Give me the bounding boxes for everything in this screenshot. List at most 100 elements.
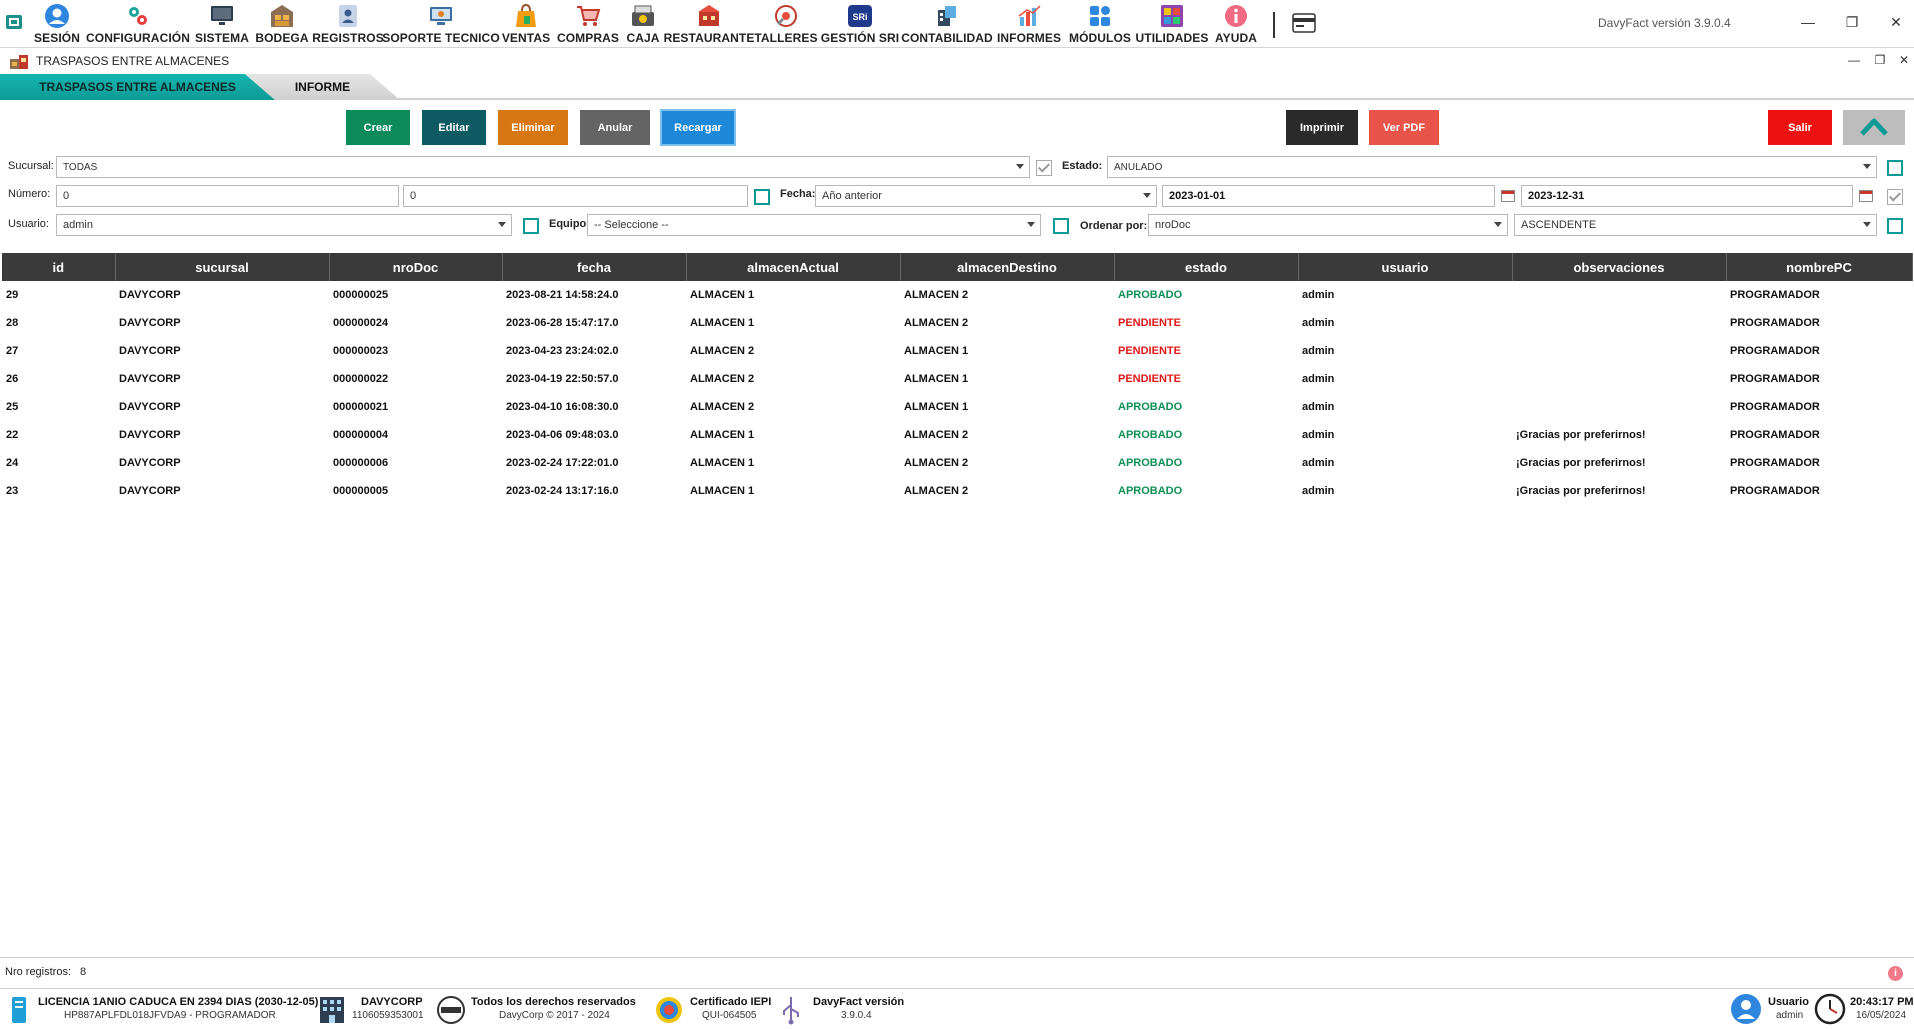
numero-desde-input[interactable]: 0: [56, 185, 399, 207]
crear-button[interactable]: Crear: [346, 110, 410, 145]
ordenar-select[interactable]: nroDoc: [1148, 214, 1508, 236]
child-restore-icon[interactable]: ❐: [1872, 53, 1888, 67]
app-logo-icon[interactable]: [4, 12, 24, 32]
menu-gestion-sri[interactable]: SRi GESTIÓN SRI: [820, 0, 900, 46]
cell-fecha: 2023-08-21 14:58:24.0: [506, 289, 619, 301]
fecha-desde-input[interactable]: 2023-01-01: [1162, 185, 1495, 207]
ordenar-checkbox[interactable]: [1887, 218, 1903, 234]
cell-nrodoc: 000000023: [333, 345, 389, 357]
close-icon[interactable]: ✕: [1886, 12, 1906, 32]
menu-ayuda[interactable]: AYUDA: [1214, 0, 1258, 46]
menu-soporte-tecnico[interactable]: SOPORTE TECNICO: [382, 0, 500, 46]
orden-direccion-select[interactable]: ASCENDENTE: [1514, 214, 1877, 236]
scroll-up-button[interactable]: [1843, 110, 1905, 145]
iepi-certificate-icon: [656, 997, 682, 1023]
sucursal-checkbox[interactable]: [1036, 160, 1052, 176]
estado-checkbox[interactable]: [1887, 160, 1903, 176]
menu-label: INFORMES: [996, 31, 1062, 45]
ver-pdf-button[interactable]: Ver PDF: [1369, 110, 1439, 145]
sucursal-select[interactable]: TODAS: [56, 156, 1030, 178]
cell-almacendestino: ALMACEN 1: [904, 401, 969, 413]
user-avatar-icon: [1731, 994, 1761, 1024]
cell-almacenactual: ALMACEN 1: [690, 289, 755, 301]
estado-select[interactable]: ANULADO: [1107, 156, 1877, 178]
column-header-nombrepc[interactable]: nombrePC: [1726, 253, 1913, 281]
menu-talleres[interactable]: TALLERES: [754, 0, 818, 46]
menu-caja[interactable]: CAJA: [626, 0, 660, 46]
child-close-icon[interactable]: ✕: [1896, 53, 1912, 67]
editar-button[interactable]: Editar: [422, 110, 486, 145]
chevron-down-icon: [1863, 164, 1871, 169]
menu-label: GESTIÓN SRI: [820, 31, 900, 45]
restore-icon[interactable]: ❐: [1842, 12, 1862, 32]
notification-info-icon[interactable]: i: [1888, 966, 1903, 981]
menu-restaurante[interactable]: RESTAURANTE: [664, 0, 754, 46]
column-header-estado[interactable]: estado: [1114, 253, 1299, 281]
recargar-button[interactable]: Recargar: [660, 109, 736, 146]
info-icon: [1225, 5, 1247, 27]
fecha-hasta-input[interactable]: 2023-12-31: [1521, 185, 1853, 207]
cash-register-icon: [632, 5, 654, 26]
numero-checkbox[interactable]: [754, 189, 770, 205]
table-row[interactable]: 29 DAVYCORP 000000025 2023-08-21 14:58:24.0…: [2, 281, 1912, 309]
menu-configuracion[interactable]: CONFIGURACIÓN: [86, 0, 190, 46]
licencia-serial: HP887APLFDL018JFVDA9 - PROGRAMADOR: [64, 1010, 276, 1021]
menu-contabilidad[interactable]: CONTABILIDAD: [901, 0, 993, 46]
table-row[interactable]: 26 DAVYCORP 000000022 2023-04-19 22:50:57.0…: [2, 365, 1912, 393]
menu-registros[interactable]: REGISTROS: [312, 0, 384, 46]
child-window-title: TRASPASOS ENTRE ALMACENES: [36, 54, 230, 68]
fecha-select[interactable]: Año anterior: [815, 185, 1157, 207]
column-header-id[interactable]: id: [2, 253, 116, 281]
menu-utilidades[interactable]: UTILIDADES: [1136, 0, 1208, 46]
cell-nrodoc: 000000004: [333, 429, 389, 441]
menu-sesion[interactable]: SESIÓN: [34, 0, 80, 46]
table-row[interactable]: 24 DAVYCORP 000000006 2023-02-24 17:22:01.0…: [2, 449, 1912, 477]
menu-informes[interactable]: INFORMES: [996, 0, 1062, 46]
cell-estado: APROBADO: [1118, 485, 1183, 497]
cell-observaciones: ¡Gracias por preferirnos!: [1516, 457, 1646, 469]
numero-hasta-input[interactable]: 0: [403, 185, 748, 207]
menu-compras[interactable]: COMPRAS: [557, 0, 619, 46]
column-header-sucursal[interactable]: sucursal: [115, 253, 330, 281]
column-header-usuario[interactable]: usuario: [1298, 253, 1513, 281]
fecha-checkbox[interactable]: [1887, 189, 1903, 205]
grid-bottom-divider: [0, 957, 1914, 958]
payment-card-icon[interactable]: [1292, 12, 1316, 34]
table-row[interactable]: 22 DAVYCORP 000000004 2023-04-06 09:48:03.0…: [2, 421, 1912, 449]
usuario-checkbox[interactable]: [523, 218, 539, 234]
cell-estado: PENDIENTE: [1118, 345, 1181, 357]
table-row[interactable]: 23 DAVYCORP 000000005 2023-02-24 13:17:16.0…: [2, 477, 1912, 505]
eliminar-button[interactable]: Eliminar: [498, 110, 568, 145]
equipo-select[interactable]: -- Seleccione --: [587, 214, 1041, 236]
cell-usuario: admin: [1302, 317, 1335, 329]
anular-button[interactable]: Anular: [580, 110, 650, 145]
cell-almacendestino: ALMACEN 2: [904, 317, 969, 329]
table-row[interactable]: 27 DAVYCORP 000000023 2023-04-23 23:24:02.0…: [2, 337, 1912, 365]
minimize-icon[interactable]: —: [1798, 12, 1818, 32]
column-header-almacendestino[interactable]: almacenDestino: [900, 253, 1115, 281]
nro-registros-label: Nro registros:: [5, 966, 72, 978]
table-row[interactable]: 25 DAVYCORP 000000021 2023-04-10 16:08:30.0…: [2, 393, 1912, 421]
column-header-almacenactual[interactable]: almacenActual: [686, 253, 901, 281]
menu-ventas[interactable]: VENTAS: [502, 0, 550, 46]
column-header-observaciones[interactable]: observaciones: [1512, 253, 1727, 281]
child-minimize-icon[interactable]: —: [1846, 53, 1862, 67]
cell-observaciones: ¡Gracias por preferirnos!: [1516, 429, 1646, 441]
derechos-text: Todos los derechos reservados: [471, 996, 636, 1008]
cell-fecha: 2023-02-24 17:22:01.0: [506, 457, 619, 469]
calendar-icon[interactable]: [1859, 190, 1873, 202]
menu-sistema[interactable]: SISTEMA: [195, 0, 249, 46]
salir-button[interactable]: Salir: [1768, 110, 1832, 145]
column-header-fecha[interactable]: fecha: [502, 253, 687, 281]
tab-traspasos-entre-almacenes[interactable]: TRASPASOS ENTRE ALMACENES: [0, 74, 275, 100]
menu-modulos[interactable]: MÓDULOS: [1069, 0, 1131, 46]
restaurant-icon: [698, 5, 720, 26]
table-row[interactable]: 28 DAVYCORP 000000024 2023-06-28 15:47:17.0…: [2, 309, 1912, 337]
column-header-nrodoc[interactable]: nroDoc: [329, 253, 503, 281]
calendar-icon[interactable]: [1501, 190, 1515, 202]
usuario-select[interactable]: admin: [56, 214, 512, 236]
menu-bodega[interactable]: BODEGA: [255, 0, 309, 46]
imprimir-button[interactable]: Imprimir: [1286, 110, 1358, 145]
certified-seal-icon: [437, 996, 465, 1024]
equipo-checkbox[interactable]: [1053, 218, 1069, 234]
